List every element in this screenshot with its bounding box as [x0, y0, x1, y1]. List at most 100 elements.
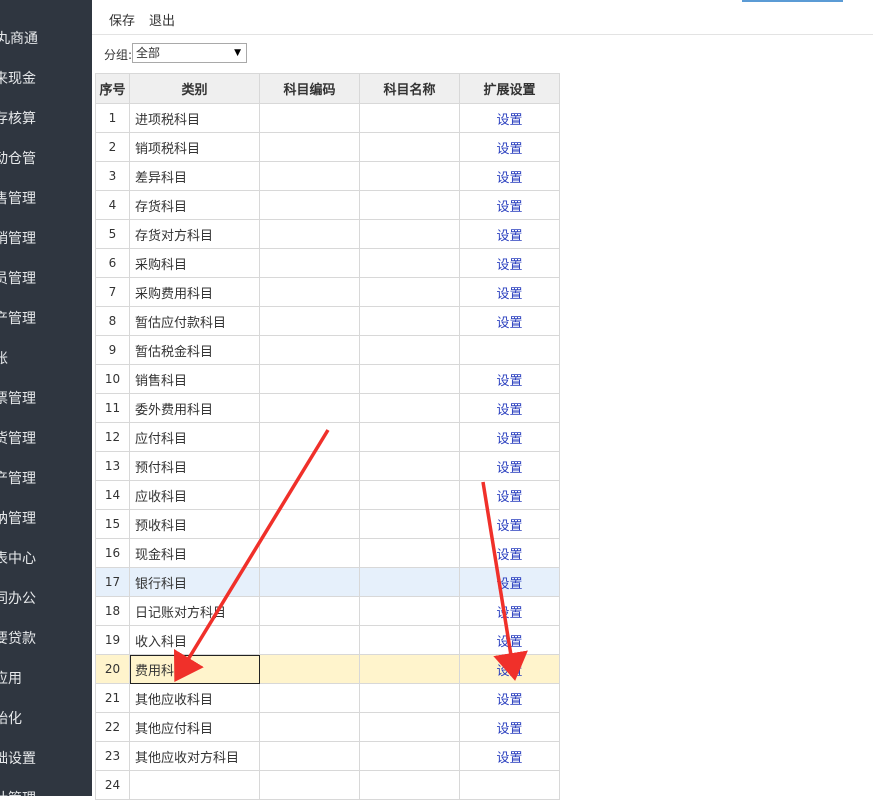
sidebar-item[interactable]: 货管理 [0, 419, 92, 459]
subject-name-cell[interactable] [359, 538, 460, 568]
subject-name-cell[interactable] [359, 248, 460, 278]
subject-code-cell[interactable] [259, 480, 360, 510]
category-cell[interactable]: 暂估应付款科目 [129, 306, 260, 336]
category-cell[interactable]: 银行科目 [129, 567, 260, 597]
settings-link[interactable]: 设置 [496, 664, 522, 679]
category-cell[interactable]: 应收科目 [129, 480, 260, 510]
category-cell[interactable]: 其他应收科目 [129, 683, 260, 713]
settings-link[interactable]: 设置 [496, 229, 522, 244]
category-cell[interactable] [129, 770, 260, 800]
category-cell[interactable]: 其他应付科目 [129, 712, 260, 742]
sidebar-item[interactable]: 丸商通 [0, 19, 92, 59]
category-cell[interactable]: 现金科目 [129, 538, 260, 568]
subject-code-cell[interactable] [259, 712, 360, 742]
subject-name-cell[interactable] [359, 451, 460, 481]
subject-code-cell[interactable] [259, 277, 360, 307]
subject-code-cell[interactable] [259, 190, 360, 220]
settings-link[interactable]: 设置 [496, 722, 522, 737]
sidebar-item[interactable]: 账 [0, 339, 92, 379]
settings-link[interactable]: 设置 [496, 693, 522, 708]
table-row[interactable]: 10 销售科目 设置 [95, 364, 560, 394]
category-cell[interactable]: 收入科目 [129, 625, 260, 655]
subject-code-cell[interactable] [259, 741, 360, 771]
group-select[interactable]: 全部 ▼ [132, 43, 247, 63]
table-row[interactable]: 21 其他应收科目 设置 [95, 683, 560, 713]
table-row[interactable]: 7 采购费用科目 设置 [95, 277, 560, 307]
table-row[interactable]: 18 日记账对方科目 设置 [95, 596, 560, 626]
subject-name-cell[interactable] [359, 741, 460, 771]
table-row[interactable]: 14 应收科目 设置 [95, 480, 560, 510]
category-cell[interactable]: 采购科目 [129, 248, 260, 278]
category-cell[interactable]: 进项税科目 [129, 103, 260, 133]
table-row[interactable]: 13 预付科目 设置 [95, 451, 560, 481]
table-row[interactable]: 6 采购科目 设置 [95, 248, 560, 278]
subject-name-cell[interactable] [359, 625, 460, 655]
settings-link[interactable]: 设置 [496, 200, 522, 215]
settings-link[interactable]: 设置 [496, 635, 522, 650]
table-row[interactable]: 17 银行科目 设置 [95, 567, 560, 597]
subject-code-cell[interactable] [259, 451, 360, 481]
subject-name-cell[interactable] [359, 654, 460, 684]
category-cell[interactable]: 费用科目 [129, 654, 260, 684]
table-row[interactable]: 19 收入科目 设置 [95, 625, 560, 655]
settings-link[interactable]: 设置 [496, 403, 522, 418]
table-row[interactable]: 12 应付科目 设置 [95, 422, 560, 452]
subject-code-cell[interactable] [259, 132, 360, 162]
subject-name-cell[interactable] [359, 509, 460, 539]
save-button[interactable]: 保存 [109, 10, 135, 29]
subject-code-cell[interactable] [259, 306, 360, 336]
sidebar-item[interactable]: 售管理 [0, 179, 92, 219]
category-cell[interactable]: 日记账对方科目 [129, 596, 260, 626]
table-row[interactable]: 3 差异科目 设置 [95, 161, 560, 191]
subject-name-cell[interactable] [359, 103, 460, 133]
subject-code-cell[interactable] [259, 248, 360, 278]
category-cell[interactable]: 其他应收对方科目 [129, 741, 260, 771]
sidebar-item[interactable]: 要贷款 [0, 619, 92, 659]
sidebar-item[interactable]: 销管理 [0, 219, 92, 259]
subject-code-cell[interactable] [259, 538, 360, 568]
settings-link[interactable]: 设置 [496, 316, 522, 331]
settings-link[interactable]: 设置 [496, 548, 522, 563]
subject-code-cell[interactable] [259, 567, 360, 597]
subject-code-cell[interactable] [259, 219, 360, 249]
table-row[interactable]: 16 现金科目 设置 [95, 538, 560, 568]
category-cell[interactable]: 销项税科目 [129, 132, 260, 162]
subject-name-cell[interactable] [359, 712, 460, 742]
sidebar-item[interactable]: 存核算 [0, 99, 92, 139]
subject-name-cell[interactable] [359, 422, 460, 452]
subject-name-cell[interactable] [359, 190, 460, 220]
table-row[interactable]: 5 存货对方科目 设置 [95, 219, 560, 249]
table-row[interactable]: 1 进项税科目 设置 [95, 103, 560, 133]
settings-link[interactable]: 设置 [496, 577, 522, 592]
subject-code-cell[interactable] [259, 161, 360, 191]
sidebar-item[interactable]: 表中心 [0, 539, 92, 579]
category-cell[interactable]: 存货对方科目 [129, 219, 260, 249]
settings-link[interactable]: 设置 [496, 171, 522, 186]
table-row[interactable]: 8 暂估应付款科目 设置 [95, 306, 560, 336]
sidebar-item[interactable]: 纳管理 [0, 499, 92, 539]
table-row[interactable]: 11 委外费用科目 设置 [95, 393, 560, 423]
sidebar-item[interactable]: 础设置 [0, 739, 92, 779]
table-row[interactable]: 4 存货科目 设置 [95, 190, 560, 220]
subject-code-cell[interactable] [259, 770, 360, 800]
subject-code-cell[interactable] [259, 654, 360, 684]
exit-button[interactable]: 退出 [149, 10, 175, 29]
sidebar-item[interactable]: 计管理 [0, 779, 92, 796]
category-cell[interactable]: 预付科目 [129, 451, 260, 481]
category-cell[interactable]: 应付科目 [129, 422, 260, 452]
sidebar-item[interactable]: 来现金 [0, 59, 92, 99]
sidebar-item[interactable]: 同办公 [0, 579, 92, 619]
subject-code-cell[interactable] [259, 364, 360, 394]
table-row[interactable]: 22 其他应付科目 设置 [95, 712, 560, 742]
subject-code-cell[interactable] [259, 335, 360, 365]
settings-link[interactable]: 设置 [496, 432, 522, 447]
sidebar-item[interactable]: 员管理 [0, 259, 92, 299]
sidebar-item[interactable]: 票管理 [0, 379, 92, 419]
category-cell[interactable]: 差异科目 [129, 161, 260, 191]
table-row[interactable]: 15 预收科目 设置 [95, 509, 560, 539]
subject-name-cell[interactable] [359, 567, 460, 597]
category-cell[interactable]: 采购费用科目 [129, 277, 260, 307]
subject-code-cell[interactable] [259, 509, 360, 539]
category-cell[interactable]: 暂估税金科目 [129, 335, 260, 365]
subject-code-cell[interactable] [259, 625, 360, 655]
